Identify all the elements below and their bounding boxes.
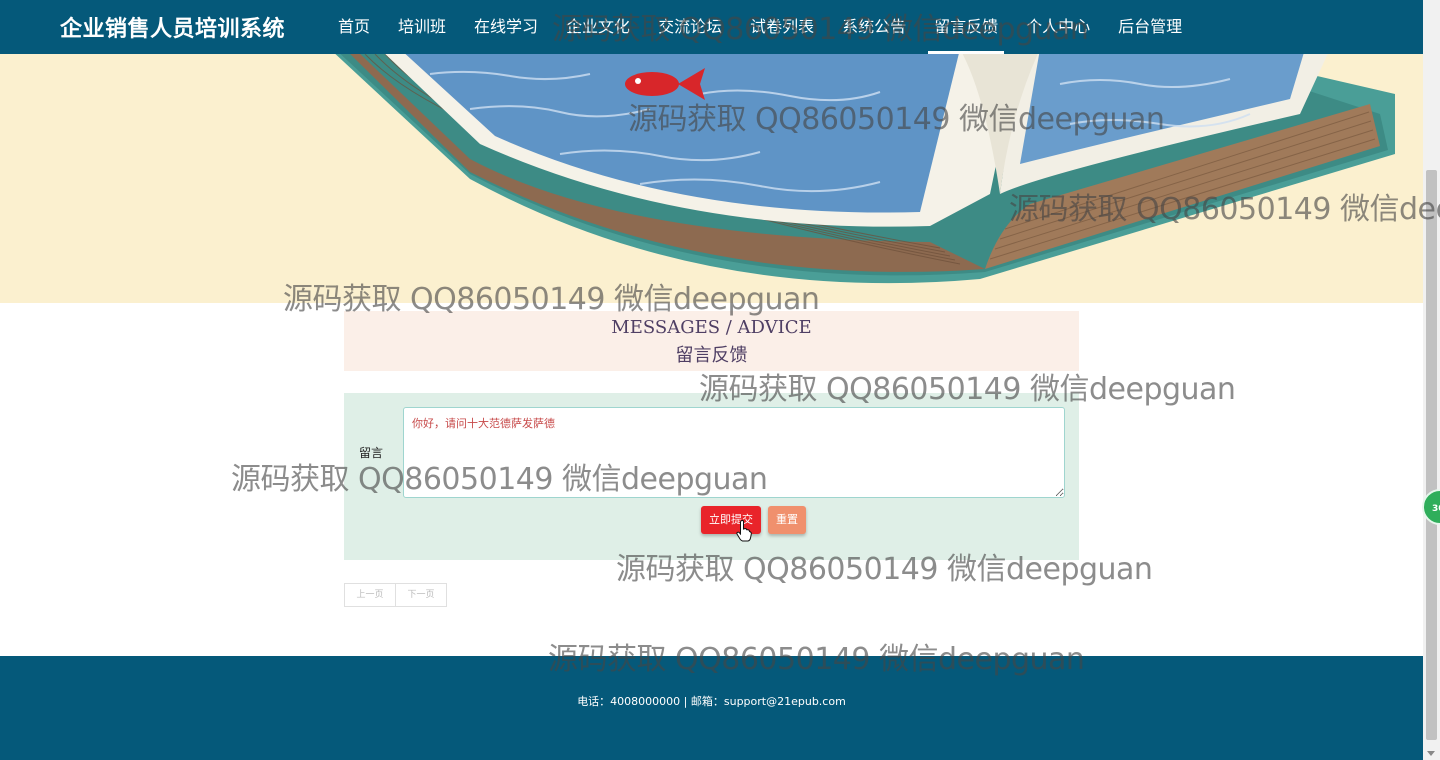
feedback-form: 留言 立即提交 重置 xyxy=(344,393,1079,560)
next-page-button[interactable]: 下一页 xyxy=(396,583,447,607)
nav-item-home[interactable]: 首页 xyxy=(332,0,376,54)
nav-item-feedback[interactable]: 留言反馈 xyxy=(928,0,1005,54)
nav-item-announcements[interactable]: 系统公告 xyxy=(836,0,912,54)
pagination: 上一页 下一页 xyxy=(344,583,447,607)
page-footer: 电话：4008000000 | 邮箱：support@21epub.com xyxy=(0,656,1423,760)
banner-image xyxy=(0,54,1423,303)
nav-menu: 首页 培训班 在线学习 企业文化 交流论坛 试卷列表 系统公告 留言反馈 个人中… xyxy=(332,0,1204,54)
footer-contact: 电话：4008000000 | 邮箱：support@21epub.com xyxy=(577,695,846,708)
submit-button[interactable]: 立即提交 xyxy=(701,506,761,534)
reset-button[interactable]: 重置 xyxy=(768,506,806,534)
nav-item-exam-list[interactable]: 试卷列表 xyxy=(744,0,820,54)
hand-cursor-icon xyxy=(736,520,752,542)
prev-page-button[interactable]: 上一页 xyxy=(344,583,396,607)
message-textarea[interactable] xyxy=(403,407,1065,498)
site-title: 企业销售人员培训系统 xyxy=(60,17,286,42)
scrollbar-thumb[interactable] xyxy=(1426,170,1437,740)
open-book-illustration xyxy=(335,54,1395,284)
nav-item-training-class[interactable]: 培训班 xyxy=(392,0,452,54)
nav-item-corporate-culture[interactable]: 企业文化 xyxy=(560,0,636,54)
section-title-zh: 留言反馈 xyxy=(675,345,748,366)
nav-item-online-learning[interactable]: 在线学习 xyxy=(468,0,544,54)
nav-item-forum[interactable]: 交流论坛 xyxy=(652,0,728,54)
message-label: 留言 xyxy=(359,446,384,460)
section-title-en: MESSAGES / ADVICE xyxy=(611,317,812,338)
section-header: MESSAGES / ADVICE 留言反馈 xyxy=(344,311,1079,371)
scroll-down-arrow-icon[interactable] xyxy=(1427,751,1435,756)
vertical-scrollbar[interactable] xyxy=(1423,0,1440,760)
top-nav: 企业销售人员培训系统 首页 培训班 在线学习 企业文化 交流论坛 试卷列表 系统… xyxy=(0,0,1423,54)
nav-item-admin[interactable]: 后台管理 xyxy=(1112,0,1188,54)
nav-item-personal-center[interactable]: 个人中心 xyxy=(1020,0,1096,54)
